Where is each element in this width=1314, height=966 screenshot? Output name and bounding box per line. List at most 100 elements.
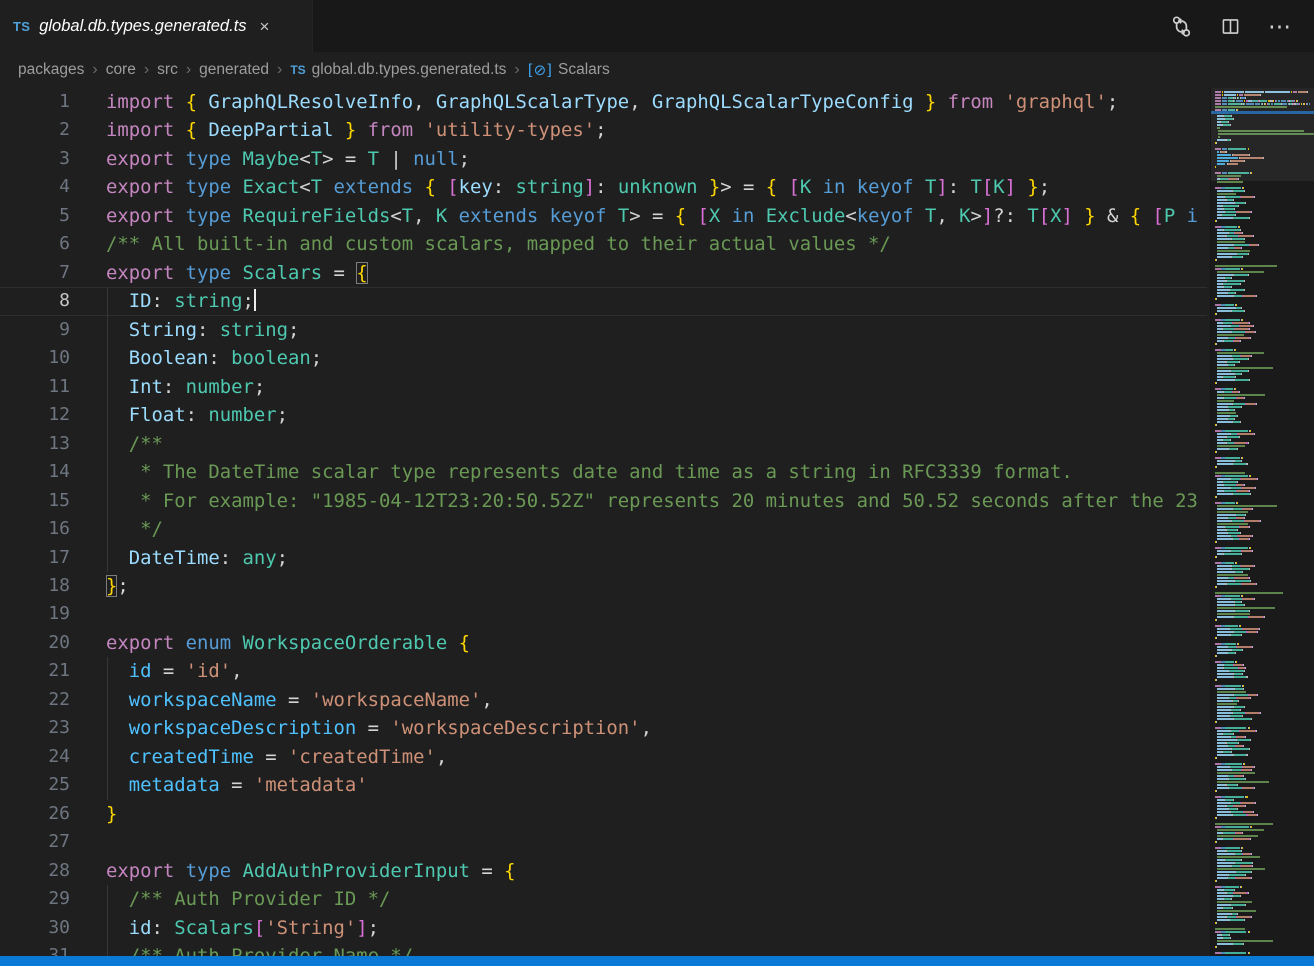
code-line[interactable]: 24 createdTime = 'createdTime', xyxy=(0,743,1207,771)
line-number[interactable]: 25 xyxy=(0,771,70,799)
line-number[interactable]: 21 xyxy=(0,657,70,685)
code-line[interactable]: 12 Float: number; xyxy=(0,401,1207,429)
line-number[interactable]: 10 xyxy=(0,344,70,372)
code-line[interactable]: 28export type AddAuthProviderInput = { xyxy=(0,857,1207,885)
line-number[interactable]: 14 xyxy=(0,458,70,486)
line-number[interactable]: 30 xyxy=(0,914,70,942)
compare-changes-icon[interactable] xyxy=(1170,15,1193,38)
line-number[interactable]: 2 xyxy=(0,116,70,144)
more-actions-icon[interactable]: ⋯ xyxy=(1268,15,1292,38)
code-token: T xyxy=(606,205,629,227)
line-number[interactable]: 29 xyxy=(0,885,70,913)
code-text: export type Scalars = { xyxy=(106,259,368,287)
code-line[interactable]: 10 Boolean: boolean; xyxy=(0,344,1207,372)
line-number[interactable]: 16 xyxy=(0,515,70,543)
line-number[interactable]: 5 xyxy=(0,202,70,230)
line-number[interactable]: 22 xyxy=(0,686,70,714)
line-number[interactable]: 20 xyxy=(0,629,70,657)
code-line[interactable]: 13 /** xyxy=(0,430,1207,458)
code-token: export xyxy=(106,632,174,654)
line-number[interactable]: 7 xyxy=(0,259,70,287)
line-number[interactable]: 18 xyxy=(0,572,70,600)
line-number[interactable]: 8 xyxy=(0,287,70,315)
code-line[interactable]: 20export enum WorkspaceOrderable { xyxy=(0,629,1207,657)
tab-global-db-types-generated[interactable]: TS global.db.types.generated.ts × xyxy=(0,0,313,52)
line-number[interactable]: 12 xyxy=(0,401,70,429)
breadcrumb: packages›core›src›generated›TSglobal.db.… xyxy=(0,52,1314,88)
line-number[interactable]: 3 xyxy=(0,145,70,173)
code-token: ; xyxy=(1039,176,1050,198)
code-line[interactable]: 16 */ xyxy=(0,515,1207,543)
line-number[interactable]: 13 xyxy=(0,430,70,458)
code-line[interactable]: 27 xyxy=(0,828,1207,856)
line-number[interactable]: 26 xyxy=(0,800,70,828)
breadcrumb-item-generated[interactable]: generated xyxy=(199,61,269,79)
editor-pane: 1import { GraphQLResolveInfo, GraphQLSca… xyxy=(0,88,1314,956)
code-line[interactable]: 4export type Exact<T extends { [key: str… xyxy=(0,173,1207,201)
code-text: * For example: "1985-04-12T23:20:50.52Z"… xyxy=(106,487,1198,515)
code-line[interactable]: 23 workspaceDescription = 'workspaceDesc… xyxy=(0,714,1207,742)
line-number[interactable]: 17 xyxy=(0,544,70,572)
code-token: keyof xyxy=(538,205,606,227)
code-token: id xyxy=(106,917,152,939)
code-line[interactable]: 25 metadata = 'metadata' xyxy=(0,771,1207,799)
code-text: createdTime = 'createdTime', xyxy=(106,743,447,771)
code-token: = xyxy=(334,148,368,170)
code-line[interactable]: 29 /** Auth Provider ID */ xyxy=(0,885,1207,913)
code-line[interactable]: 31 /** Auth Provider Name */ xyxy=(0,942,1207,956)
code-line[interactable]: 5export type RequireFields<T, K extends … xyxy=(0,202,1207,230)
code-line[interactable]: 6/** All built-in and custom scalars, ma… xyxy=(0,230,1207,258)
code-token: 'id' xyxy=(186,660,232,682)
line-number[interactable]: 19 xyxy=(0,600,70,628)
code-line[interactable]: 8 ID: string; xyxy=(0,287,1207,315)
minimap-slider[interactable] xyxy=(1211,88,1314,181)
line-number[interactable]: 28 xyxy=(0,857,70,885)
breadcrumb-item-file[interactable]: global.db.types.generated.ts xyxy=(312,61,507,79)
code-line[interactable]: 18}; xyxy=(0,572,1207,600)
breadcrumb-item-src[interactable]: src xyxy=(157,61,178,79)
line-number[interactable]: 9 xyxy=(0,316,70,344)
line-number[interactable]: 6 xyxy=(0,230,70,258)
line-number[interactable]: 27 xyxy=(0,828,70,856)
code-line[interactable]: 14 * The DateTime scalar type represents… xyxy=(0,458,1207,486)
code-line[interactable]: 17 DateTime: any; xyxy=(0,544,1207,572)
line-number[interactable]: 11 xyxy=(0,373,70,401)
code-line[interactable]: 30 id: Scalars['String']; xyxy=(0,914,1207,942)
code-token: keyof xyxy=(857,205,914,227)
code-line[interactable]: 26} xyxy=(0,800,1207,828)
code-token: [ xyxy=(789,176,800,198)
line-number[interactable]: 31 xyxy=(0,942,70,956)
minimap-row xyxy=(1211,951,1314,954)
code-token: 'utility-types' xyxy=(413,119,595,141)
code-line[interactable]: 11 Int: number; xyxy=(0,373,1207,401)
breadcrumb-item-symbol[interactable]: Scalars xyxy=(558,61,610,79)
code-token: < xyxy=(845,205,856,227)
code-line[interactable]: 15 * For example: "1985-04-12T23:20:50.5… xyxy=(0,487,1207,515)
line-number[interactable]: 1 xyxy=(0,88,70,116)
code-text: /** Auth Provider ID */ xyxy=(106,885,390,913)
minimap[interactable] xyxy=(1210,88,1314,956)
breadcrumb-item-core[interactable]: core xyxy=(106,61,136,79)
code-line[interactable]: 7 export type Scalars = { xyxy=(0,259,1207,287)
code-line[interactable]: 22 workspaceName = 'workspaceName', xyxy=(0,686,1207,714)
code-token: > xyxy=(629,205,640,227)
code-line[interactable]: 2import { DeepPartial } from 'utility-ty… xyxy=(0,116,1207,144)
split-editor-icon[interactable] xyxy=(1220,16,1241,37)
breadcrumb-item-packages[interactable]: packages xyxy=(18,61,84,79)
code-line[interactable]: 19 xyxy=(0,600,1207,628)
line-number[interactable]: 15 xyxy=(0,487,70,515)
code-area[interactable]: 1import { GraphQLResolveInfo, GraphQLSca… xyxy=(0,88,1207,956)
code-token: ; xyxy=(1107,91,1118,113)
code-line[interactable]: 1import { GraphQLResolveInfo, GraphQLSca… xyxy=(0,88,1207,116)
line-number[interactable]: 24 xyxy=(0,743,70,771)
code-token: ] xyxy=(936,176,947,198)
code-line[interactable]: 3export type Maybe<T> = T | null; xyxy=(0,145,1207,173)
code-token: /** Auth Provider Name */ xyxy=(106,945,413,956)
line-number[interactable]: 23 xyxy=(0,714,70,742)
code-token: T xyxy=(368,148,379,170)
code-line[interactable]: 9 String: string; xyxy=(0,316,1207,344)
line-number[interactable]: 4 xyxy=(0,173,70,201)
code-line[interactable]: 21 id = 'id', xyxy=(0,657,1207,685)
code-token: ; xyxy=(277,404,288,426)
close-tab-icon[interactable]: × xyxy=(260,18,270,35)
